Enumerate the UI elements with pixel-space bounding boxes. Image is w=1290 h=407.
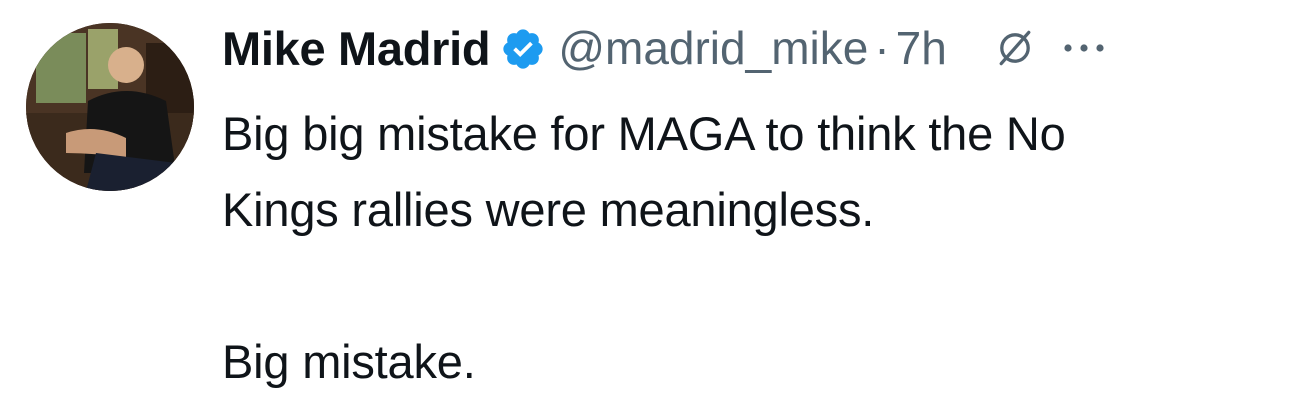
grok-icon[interactable] xyxy=(993,26,1037,70)
tweet-text-line: Kings rallies were meaningless. xyxy=(222,183,875,236)
tweet[interactable]: Mike Madrid @madrid_mike · 7h Big big mi… xyxy=(0,0,1290,407)
tweet-text: Big big mistake for MAGA to think the No… xyxy=(222,96,1270,400)
tweet-text-line: Big mistake. xyxy=(222,335,476,388)
avatar-photo-icon xyxy=(26,23,194,191)
user-handle[interactable]: @madrid_mike xyxy=(558,21,868,75)
paragraph-break xyxy=(222,248,1270,324)
display-name[interactable]: Mike Madrid xyxy=(222,21,491,76)
avatar[interactable] xyxy=(26,23,194,191)
more-options-icon[interactable] xyxy=(1061,38,1107,58)
separator-dot: · xyxy=(874,22,890,74)
tweet-content: Mike Madrid @madrid_mike · 7h Big big mi… xyxy=(222,12,1270,400)
tweet-header: Mike Madrid @madrid_mike · 7h xyxy=(222,12,1270,84)
tweet-text-line: Big big mistake for MAGA to think the No xyxy=(222,107,1066,160)
verified-badge-icon[interactable] xyxy=(500,26,546,72)
timestamp[interactable]: 7h xyxy=(896,21,947,75)
